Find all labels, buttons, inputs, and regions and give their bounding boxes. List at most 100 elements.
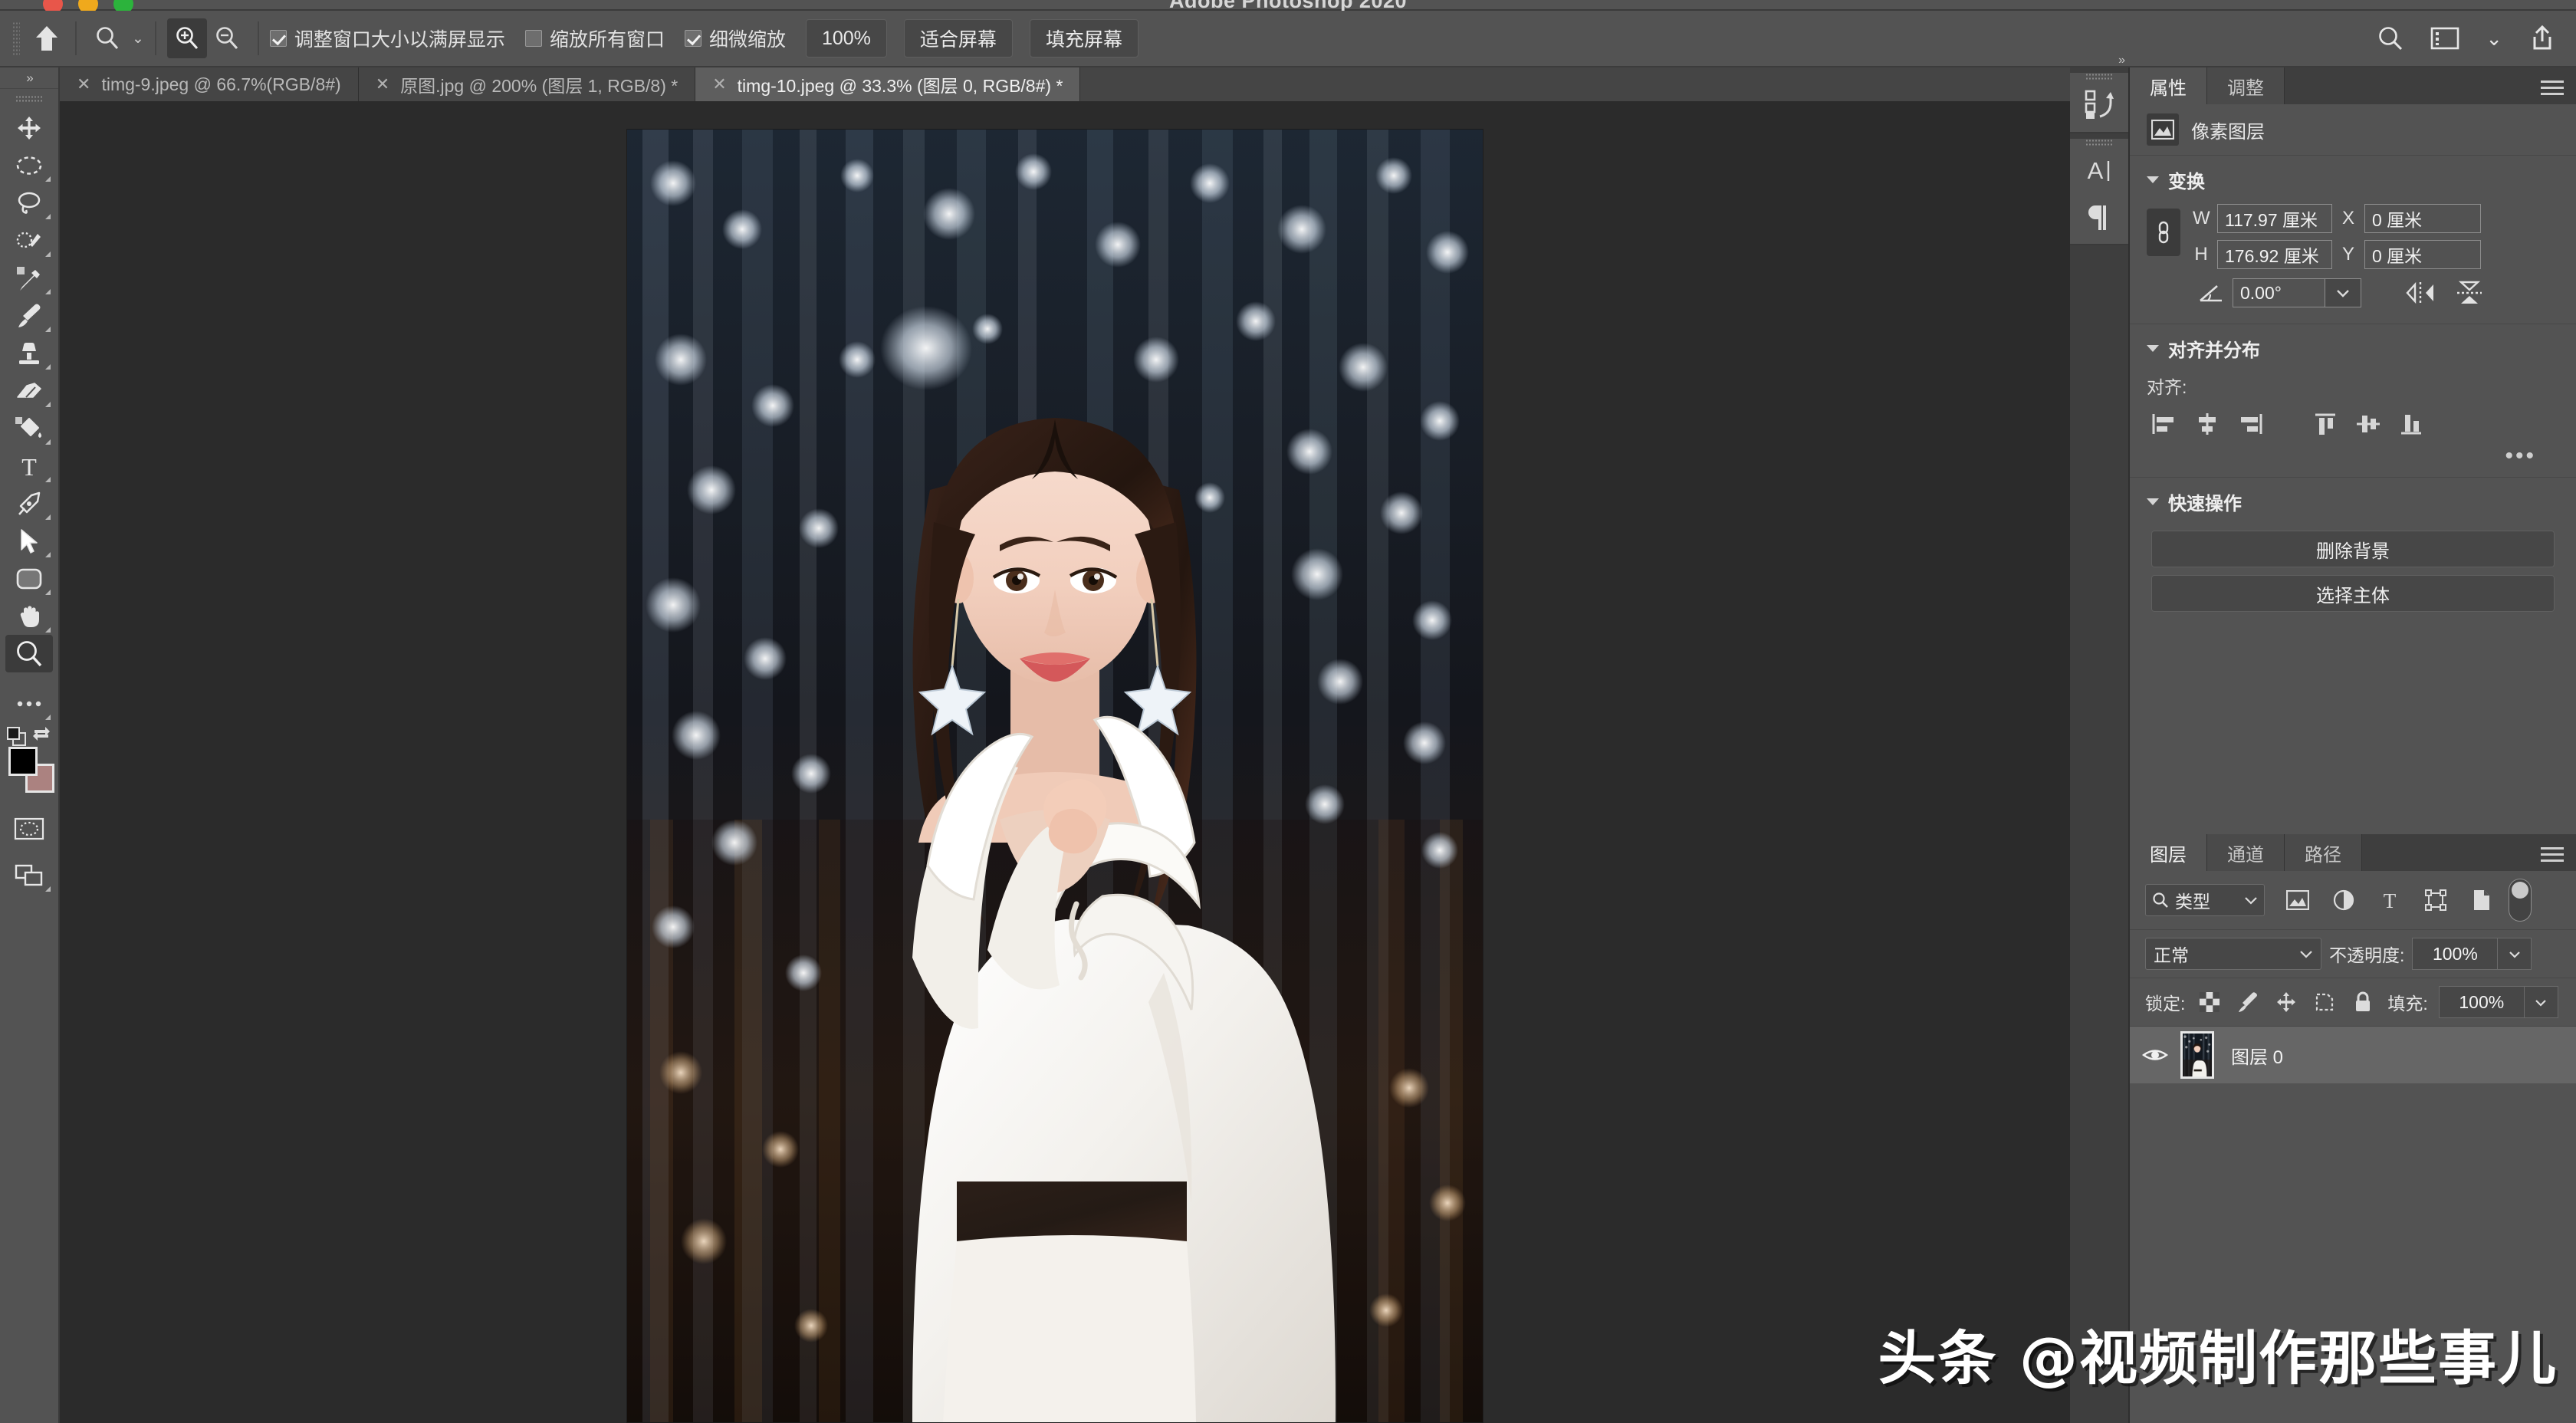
fill-input[interactable]: 100% [2439, 986, 2525, 1018]
filter-enable-toggle[interactable] [2509, 879, 2532, 922]
angle-control[interactable]: 0.00° [2233, 278, 2361, 307]
lock-image-icon[interactable] [2234, 988, 2262, 1016]
align-bottom-icon[interactable] [2394, 406, 2429, 442]
panel-menu-icon[interactable] [2541, 77, 2564, 99]
panel-menu-icon[interactable] [2541, 843, 2564, 866]
flyout-indicator[interactable] [45, 289, 51, 294]
close-icon[interactable]: ✕ [77, 76, 90, 93]
tool-paint-bucket[interactable] [5, 409, 53, 447]
close-icon[interactable]: ✕ [712, 76, 726, 93]
tool-hand[interactable] [5, 597, 53, 635]
lock-artboard-icon[interactable] [2311, 988, 2338, 1016]
character-A-icon[interactable]: A [2075, 147, 2124, 193]
home-icon[interactable] [29, 21, 64, 56]
height-input[interactable]: 176.92 厘米 [2217, 240, 2332, 269]
flip-vertical-icon[interactable] [2449, 276, 2490, 310]
chevron-down-icon[interactable] [2147, 498, 2159, 505]
link-constrain-icon[interactable] [2147, 209, 2180, 256]
width-input[interactable]: 117.97 厘米 [2217, 204, 2332, 233]
lock-transparency-icon[interactable] [2196, 988, 2223, 1016]
blend-mode-select[interactable]: 正常 [2145, 938, 2321, 970]
chevron-down-icon[interactable] [2299, 949, 2313, 958]
layer-visibility-toggle[interactable] [2130, 1046, 2180, 1064]
align-top-icon[interactable] [2308, 406, 2343, 442]
select-subject-button[interactable]: 选择主体 [2151, 575, 2555, 612]
tool-eyedropper[interactable] [5, 259, 53, 297]
tool-quick-selection[interactable] [5, 222, 53, 259]
current-tool-group[interactable]: ⌄ [87, 18, 144, 58]
align-right-icon[interactable] [2233, 406, 2268, 442]
swap-colors-icon[interactable] [31, 725, 51, 744]
paragraph-pilcrow-icon[interactable] [2075, 193, 2124, 239]
tab-adjustments[interactable]: 调整 [2207, 67, 2285, 104]
tool-lasso[interactable] [5, 184, 53, 222]
y-input[interactable]: 0 厘米 [2364, 240, 2481, 269]
remove-background-button[interactable]: 删除背景 [2151, 531, 2555, 567]
checkbox-box[interactable] [685, 30, 702, 47]
flyout-indicator[interactable] [45, 886, 51, 892]
layer-row-0[interactable]: 图层 0 [2130, 1027, 2576, 1083]
tool-brush[interactable] [5, 297, 53, 334]
opacity-input[interactable]: 100% [2412, 938, 2498, 970]
default-colors-icon[interactable] [7, 727, 27, 747]
chevron-down-icon[interactable] [2244, 896, 2258, 905]
tool-marquee[interactable] [5, 146, 53, 184]
flyout-indicator[interactable] [45, 590, 51, 595]
flyout-indicator[interactable] [45, 327, 51, 332]
flyout-indicator[interactable] [45, 439, 51, 445]
tab-properties[interactable]: 属性 [2130, 67, 2207, 104]
tool-type[interactable]: T [5, 447, 53, 485]
chevron-down-icon[interactable] [2147, 345, 2159, 352]
quick-actions-header[interactable]: 快速操作 [2130, 488, 2576, 523]
toolbar-grip[interactable] [15, 95, 43, 102]
flyout-indicator[interactable] [45, 477, 51, 482]
tool-edit-toolbar[interactable] [5, 685, 53, 722]
tool-quick-mask[interactable] [5, 810, 53, 847]
fill-screen-button[interactable]: 填充屏幕 [1030, 19, 1138, 58]
rail-grip[interactable] [2085, 139, 2113, 146]
tool-eraser[interactable] [5, 372, 53, 409]
align-left-icon[interactable] [2147, 406, 2182, 442]
chevron-down-icon[interactable] [2525, 986, 2558, 1018]
expand-toolbar-button[interactable]: » [0, 67, 58, 89]
lock-position-icon[interactable] [2272, 988, 2300, 1016]
zoom-100-button[interactable]: 100% [806, 19, 887, 58]
chevron-down-icon[interactable] [2498, 938, 2532, 970]
align-center-horizontal-icon[interactable] [2190, 406, 2225, 442]
flyout-indicator[interactable] [45, 715, 51, 720]
close-icon[interactable]: ✕ [376, 76, 389, 93]
adjustment-filter-icon[interactable] [2329, 886, 2358, 915]
align-center-vertical-icon[interactable] [2351, 406, 2386, 442]
tool-path-selection[interactable] [5, 522, 53, 560]
zoom-out-icon[interactable] [207, 18, 247, 58]
collapse-panels-icon[interactable]: » [2118, 54, 2124, 67]
lock-all-icon[interactable] [2349, 988, 2377, 1016]
flyout-indicator[interactable] [45, 364, 51, 370]
tool-clone-stamp[interactable] [5, 334, 53, 372]
scrubby-zoom-checkbox[interactable]: 细微缩放 [685, 25, 786, 52]
tool-zoom[interactable] [5, 635, 53, 672]
flyout-indicator[interactable] [45, 251, 51, 257]
flyout-indicator[interactable] [45, 627, 51, 633]
tab-channels[interactable]: 通道 [2207, 834, 2285, 871]
flyout-indicator[interactable] [45, 552, 51, 557]
type-filter-icon[interactable]: T [2375, 886, 2404, 915]
fit-screen-button[interactable]: 适合屏幕 [904, 19, 1013, 58]
flyout-indicator[interactable] [45, 514, 51, 520]
filter-type-select[interactable]: 类型 [2145, 884, 2265, 916]
document-canvas[interactable] [627, 130, 1483, 1422]
share-icon[interactable] [2528, 25, 2556, 52]
chevron-down-icon[interactable]: ⌄ [132, 31, 144, 46]
workspace-icon[interactable] [2430, 26, 2459, 51]
flyout-indicator[interactable] [45, 176, 51, 182]
flip-horizontal-icon[interactable] [2400, 276, 2441, 310]
tab-layers[interactable]: 图层 [2130, 834, 2207, 871]
chevron-down-icon[interactable]: ⌄ [2486, 28, 2502, 48]
more-options-icon[interactable]: ••• [2130, 442, 2576, 463]
transform-header[interactable]: 变换 [2130, 166, 2576, 201]
tab-paths[interactable]: 路径 [2285, 834, 2362, 871]
canvas-area[interactable] [60, 101, 2070, 1423]
fit-on-screen-checkbox[interactable]: 调整窗口大小以满屏显示 [270, 25, 505, 52]
checkbox-box[interactable] [525, 30, 542, 47]
document-tab-1[interactable]: ✕ timg-9.jpeg @ 66.7%(RGB/8#) [60, 67, 359, 101]
